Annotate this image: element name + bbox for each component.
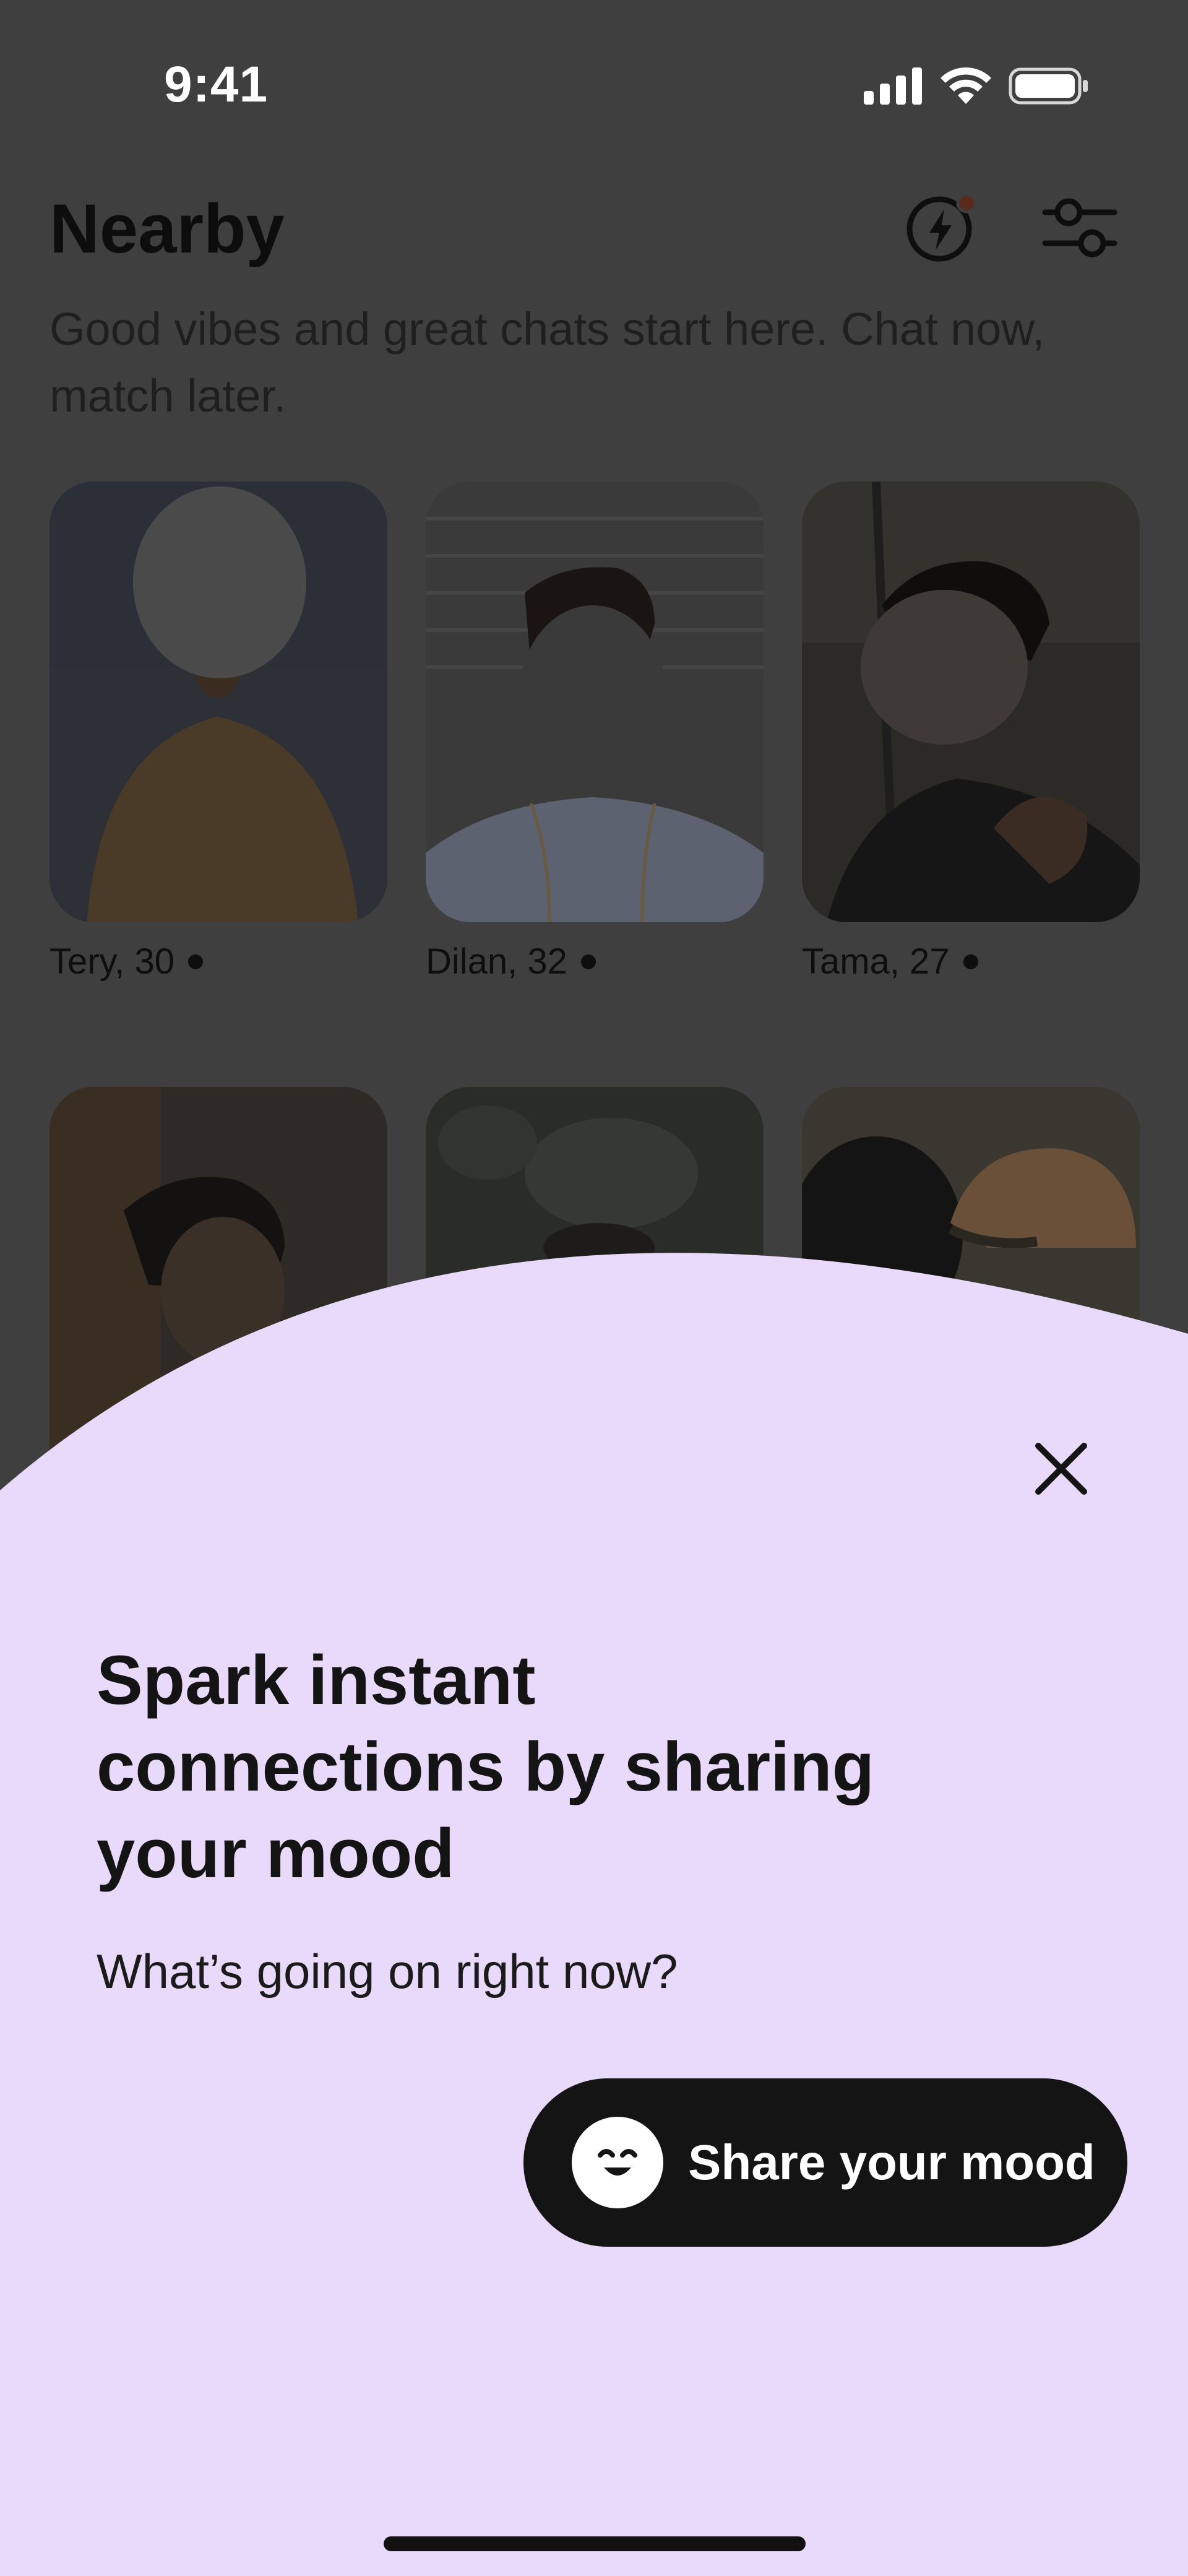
online-dot: [580, 954, 596, 969]
sheet-title: Spark instant connections by sharing you…: [97, 1641, 875, 1892]
nearby-screen: 9:41 Nearby Good vibes and great chats s…: [0, 0, 1188, 2576]
profile-name: Tery, 30: [50, 941, 175, 982]
wifi-icon: [939, 67, 992, 108]
profile-name: Dilan, 32: [426, 941, 567, 982]
lightning-icon: [903, 191, 978, 268]
face-blur: [861, 590, 1028, 745]
face-blur: [519, 605, 667, 791]
profile-photo: [802, 482, 1140, 922]
profile-card-tery[interactable]: Tery, 30: [50, 482, 387, 982]
smile-icon: [572, 2117, 663, 2208]
profile-name: Tama, 27: [802, 941, 950, 982]
close-button[interactable]: [1015, 1424, 1108, 1516]
sliders-icon: [1041, 194, 1118, 265]
share-mood-button[interactable]: Share your mood: [523, 2078, 1127, 2247]
mood-bottom-sheet: [0, 1225, 1188, 2576]
signal-icon: [864, 67, 923, 108]
profile-photo: [50, 482, 387, 922]
boost-button[interactable]: [900, 189, 981, 269]
online-dot: [963, 954, 978, 969]
profile-photo: [426, 482, 764, 922]
status-time: 9:41: [164, 56, 269, 113]
sheet-background: [0, 1253, 1188, 2576]
sheet-subtitle: What’s going on right now?: [97, 1944, 678, 1999]
face-blur: [133, 486, 306, 678]
close-icon: [1033, 1441, 1089, 1500]
page-subtitle: Good vibes and great chats start here. C…: [50, 303, 1045, 421]
page-title: Nearby: [50, 190, 285, 267]
status-icons: [864, 67, 1089, 108]
battery-icon: [1009, 67, 1089, 108]
filter-button[interactable]: [1040, 189, 1120, 269]
home-indicator[interactable]: [384, 2536, 806, 2551]
share-mood-label: Share your mood: [688, 2135, 1095, 2190]
profile-card-dilan[interactable]: Dilan, 32: [426, 482, 764, 982]
online-dot: [188, 954, 204, 969]
profile-card-tama[interactable]: Tama, 27: [802, 482, 1140, 982]
